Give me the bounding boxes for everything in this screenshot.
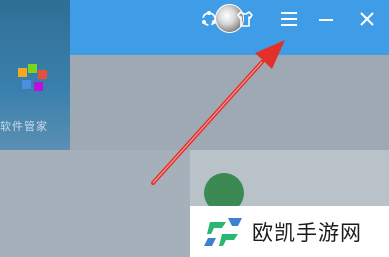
watermark: 欧凯手游网 <box>190 206 389 257</box>
menu-button[interactable] <box>276 6 302 32</box>
close-icon <box>360 12 374 26</box>
content-background <box>70 55 389 150</box>
close-button[interactable] <box>354 6 380 32</box>
circle-arrows-icon <box>202 11 216 26</box>
hamburger-menu-icon <box>281 12 297 26</box>
watermark-logo-icon <box>204 217 242 246</box>
skin-shirt-icon <box>237 11 253 27</box>
minimize-icon <box>319 19 333 21</box>
refresh-button[interactable] <box>196 6 222 32</box>
title-bar <box>70 0 389 55</box>
app-logo-icon <box>18 64 47 91</box>
skin-button[interactable] <box>232 6 258 32</box>
watermark-text: 欧凯手游网 <box>252 220 362 245</box>
minimize-button[interactable] <box>313 6 339 32</box>
sidebar-caption: 软件管家 <box>0 120 48 132</box>
